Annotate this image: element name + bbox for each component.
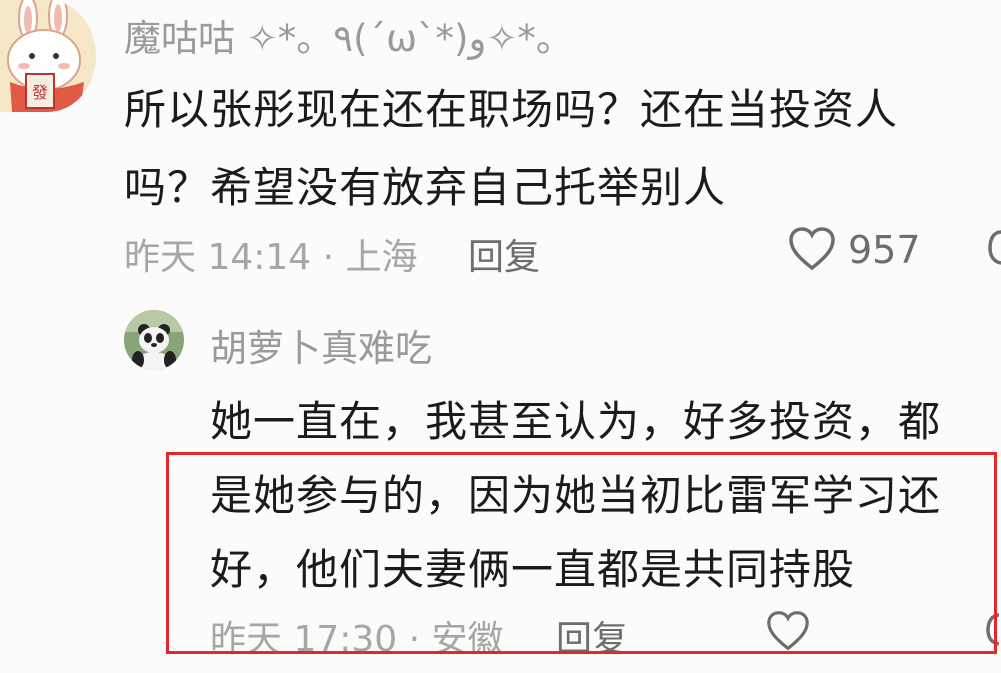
reply-username[interactable]: 胡萝卜真难吃 — [210, 318, 432, 372]
highlight-box — [166, 452, 997, 654]
heart-outline-icon[interactable] — [788, 226, 836, 272]
reply-button[interactable]: 回复 — [468, 228, 540, 280]
comment-icon[interactable] — [988, 226, 1001, 272]
avatar[interactable]: 發 — [0, 0, 96, 112]
reply-text-line: 她一直在，我甚至认为，好多投资，都 — [210, 397, 942, 446]
avatar-panda-image — [124, 310, 184, 370]
comment-username[interactable]: 魔咕咕 ✧*。٩(ˊωˋ*)و✧*。 — [124, 8, 573, 62]
comment-text-line: 吗？希望没有放弃自己托举别人 — [124, 163, 727, 212]
comment-timestamp: 昨天 14:14 · 上海 — [124, 237, 418, 278]
comment-text-line: 所以张彤现在还在职场吗？还在当投资人 — [124, 85, 899, 134]
avatar[interactable] — [124, 310, 184, 370]
like-count: 957 — [848, 228, 921, 272]
avatar-bunny-image: 發 — [0, 0, 96, 112]
svg-text:發: 發 — [32, 83, 48, 102]
